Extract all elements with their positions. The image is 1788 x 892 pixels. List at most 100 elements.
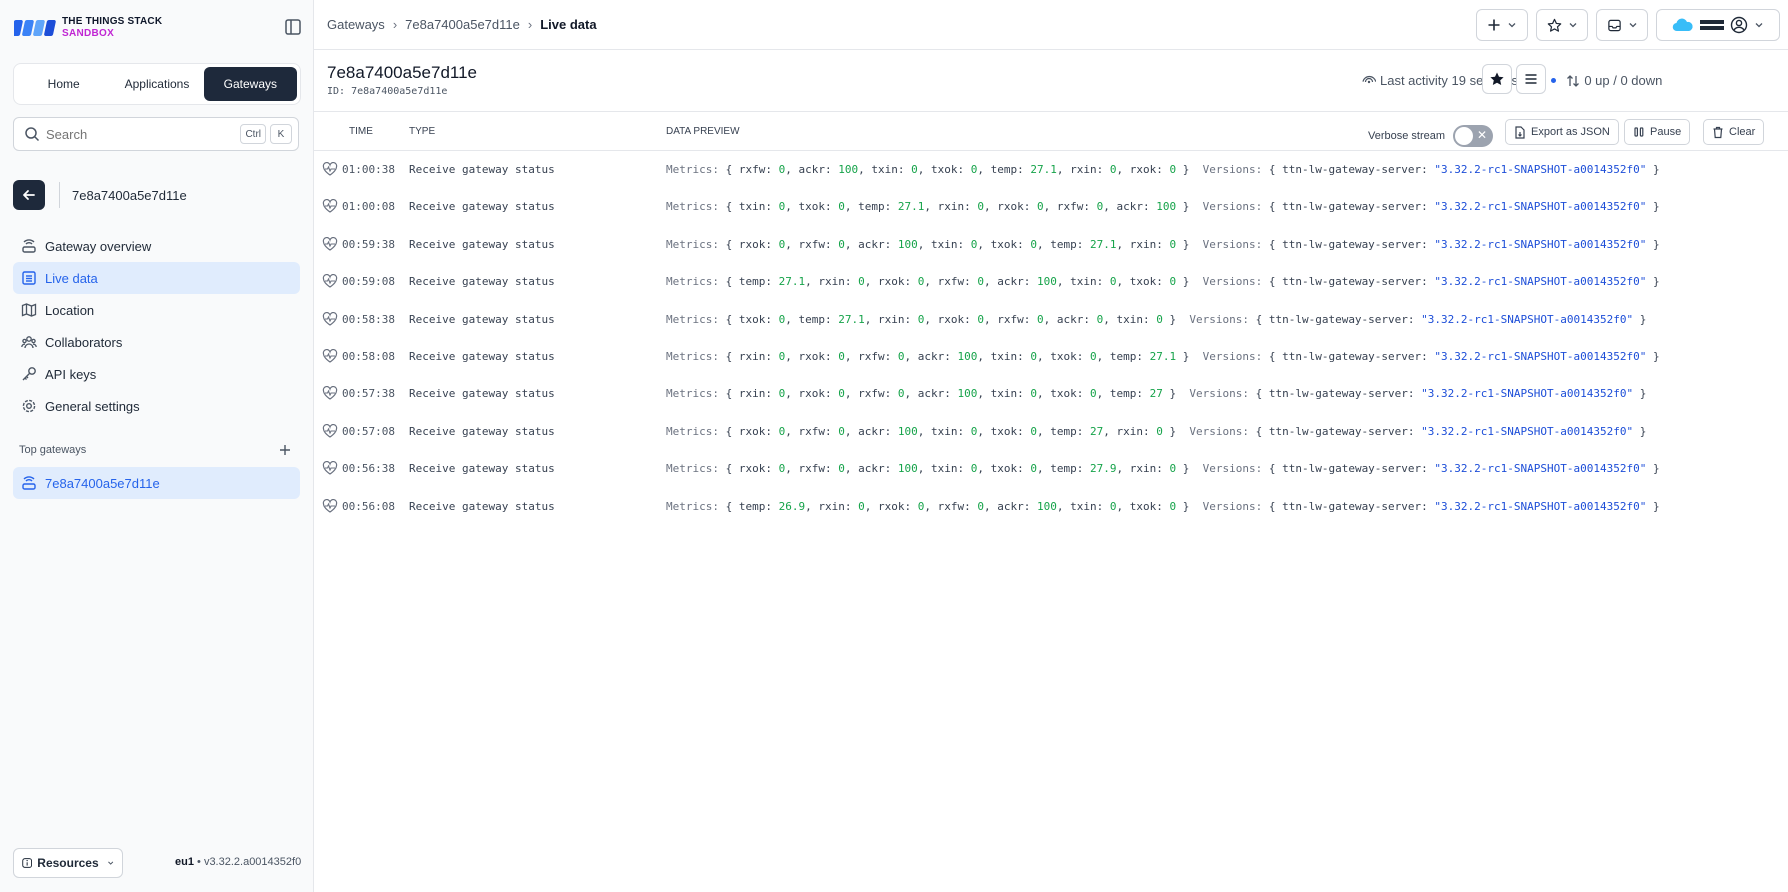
bookmarks-button[interactable] [1536,9,1588,41]
event-preview: Metrics: { rxok: 0, rxfw: 0, ackr: 100, … [666,462,1660,476]
shortcut-k: K [270,124,292,144]
search-box[interactable]: Ctrl K [13,117,299,151]
menu-gateway-overview[interactable]: Gateway overview [13,230,300,262]
top-gateway-item[interactable]: 7e8a7400a5e7d11e [13,467,300,499]
metric-key: rxin [1129,237,1157,251]
resources-button[interactable]: Resources [13,848,123,878]
nav-gateways[interactable]: Gateways [203,67,297,101]
event-time: 00:56:38 [342,462,395,476]
table-row[interactable]: 00:57:38 Receive gateway status Metrics: {… [314,375,1788,412]
bookmark-gateway-button[interactable] [1482,64,1512,94]
nav-applications[interactable]: Applications [110,67,203,101]
metric-value: 0 [838,237,845,251]
key-icon [22,367,36,381]
metric-key: rxok [798,387,825,401]
metric-key: rxfw [858,387,885,401]
version-key: ttn-lw-gateway-server [1282,237,1422,251]
menu-location[interactable]: Location [13,294,300,326]
metric-key: rxok [997,200,1024,214]
menu-live-data[interactable]: Live data [13,262,300,294]
table-row[interactable]: 01:00:08 Receive gateway status Metrics: {… [314,188,1788,225]
divider [59,182,60,208]
metric-value: 0 [1169,237,1177,251]
metric-key: ackr [858,462,885,476]
metric-value: 0 [1089,349,1097,363]
nav-home[interactable]: Home [17,67,110,101]
metric-value: 0 [858,499,865,513]
metric-key: txok [990,462,1018,476]
event-type: Receive gateway status [409,275,555,289]
metric-key: ackr [917,349,945,363]
search-icon [25,127,40,142]
metric-key: ackr [997,275,1024,289]
search-input[interactable] [46,126,237,142]
menu-general-settings[interactable]: General settings [13,390,300,422]
metric-key: ackr [1056,312,1084,326]
main-nav: Home Applications Gateways [13,63,301,105]
breadcrumb-gateway[interactable]: 7e8a7400a5e7d11e [405,17,520,32]
chevron-right-icon: › [392,17,398,32]
metrics-label: Metrics: [666,349,719,363]
metric-value: 0 [838,349,845,363]
table-row[interactable]: 00:59:08 Receive gateway status Metrics: {… [314,263,1788,300]
traffic-counter: 0 up / 0 down [1584,73,1663,88]
list-icon [22,271,36,285]
metrics-label: Metrics: [666,499,719,513]
table-row[interactable]: 00:58:38 Receive gateway status Metrics: {… [314,301,1788,338]
more-menu-button[interactable] [1516,64,1546,94]
metric-key: temp [1050,424,1077,438]
brand-logo[interactable]: THE THINGS STACK SANDBOX [14,16,162,40]
metric-key: rxok [937,312,965,326]
event-time: 00:56:08 [342,499,395,513]
pause-icon [1634,127,1644,137]
plus-icon[interactable] [279,444,291,456]
ttn-wordmark-icon [1700,20,1724,30]
verbose-toggle[interactable]: ✕ [1453,125,1494,147]
metric-value: 0 [1036,200,1044,214]
add-button[interactable] [1476,9,1528,41]
metric-key: ackr [858,237,885,251]
metric-value: 0 [970,462,978,476]
event-time: 00:59:08 [342,275,395,289]
event-preview: Metrics: { rxok: 0, rxfw: 0, ackr: 100, … [666,424,1647,438]
version-value: "3.32.2-rc1-SNAPSHOT-a0014352f0" [1434,200,1647,214]
top-gateways-header: Top gateways [19,444,291,456]
table-row[interactable]: 00:56:08 Receive gateway status Metrics: {… [314,488,1788,525]
table-row[interactable]: 00:59:38 Receive gateway status Metrics: {… [314,226,1788,263]
breadcrumb-gateways[interactable]: Gateways [327,17,385,32]
account-menu-button[interactable] [1656,9,1780,41]
metric-value: 0 [897,349,905,363]
menu-collaborators[interactable]: Collaborators [13,326,300,358]
metric-key: rxin [738,349,766,363]
pause-button[interactable]: Pause [1624,119,1691,145]
inbox-button[interactable] [1596,9,1648,41]
metric-key: rxfw [738,163,766,176]
back-button[interactable] [13,180,45,210]
metric-key: temp [990,163,1018,176]
table-row[interactable]: 00:58:08 Receive gateway status Metrics: {… [314,338,1788,375]
export-json-button[interactable]: Export as JSON [1505,119,1619,145]
version-value: "3.32.2-rc1-SNAPSHOT-a0014352f0" [1434,163,1647,176]
metric-value: 0 [838,424,845,438]
star-icon [1547,18,1561,32]
table-row[interactable]: 00:57:08 Receive gateway status Metrics: {… [314,413,1788,450]
metric-key: txok [990,237,1018,251]
event-type: Receive gateway status [409,387,555,401]
metric-value: 0 [858,275,865,289]
metric-key: txok [930,163,958,176]
metric-key: rxok [738,462,766,476]
metric-value: 0 [838,200,845,214]
metric-value: 0 [778,312,786,326]
metric-key: temp [1109,349,1137,363]
activity-status: Last activity 19 seconds ago 0 up / 0 do… [1362,73,1662,88]
metric-value: 0 [1169,499,1177,513]
metric-key: rxfw [997,312,1024,326]
menu-api-keys[interactable]: API keys [13,358,300,390]
collapse-sidebar-button[interactable] [284,18,302,36]
metrics-label: Metrics: [666,275,719,289]
metric-value: 27 [1089,424,1104,438]
event-preview: Metrics: { temp: 26.9, rxin: 0, rxok: 0,… [666,499,1660,513]
table-row[interactable]: 00:56:38 Receive gateway status Metrics: {… [314,450,1788,487]
clear-button[interactable]: Clear [1703,119,1765,145]
table-row[interactable]: 01:00:38 Receive gateway status Metrics: {… [314,151,1788,188]
